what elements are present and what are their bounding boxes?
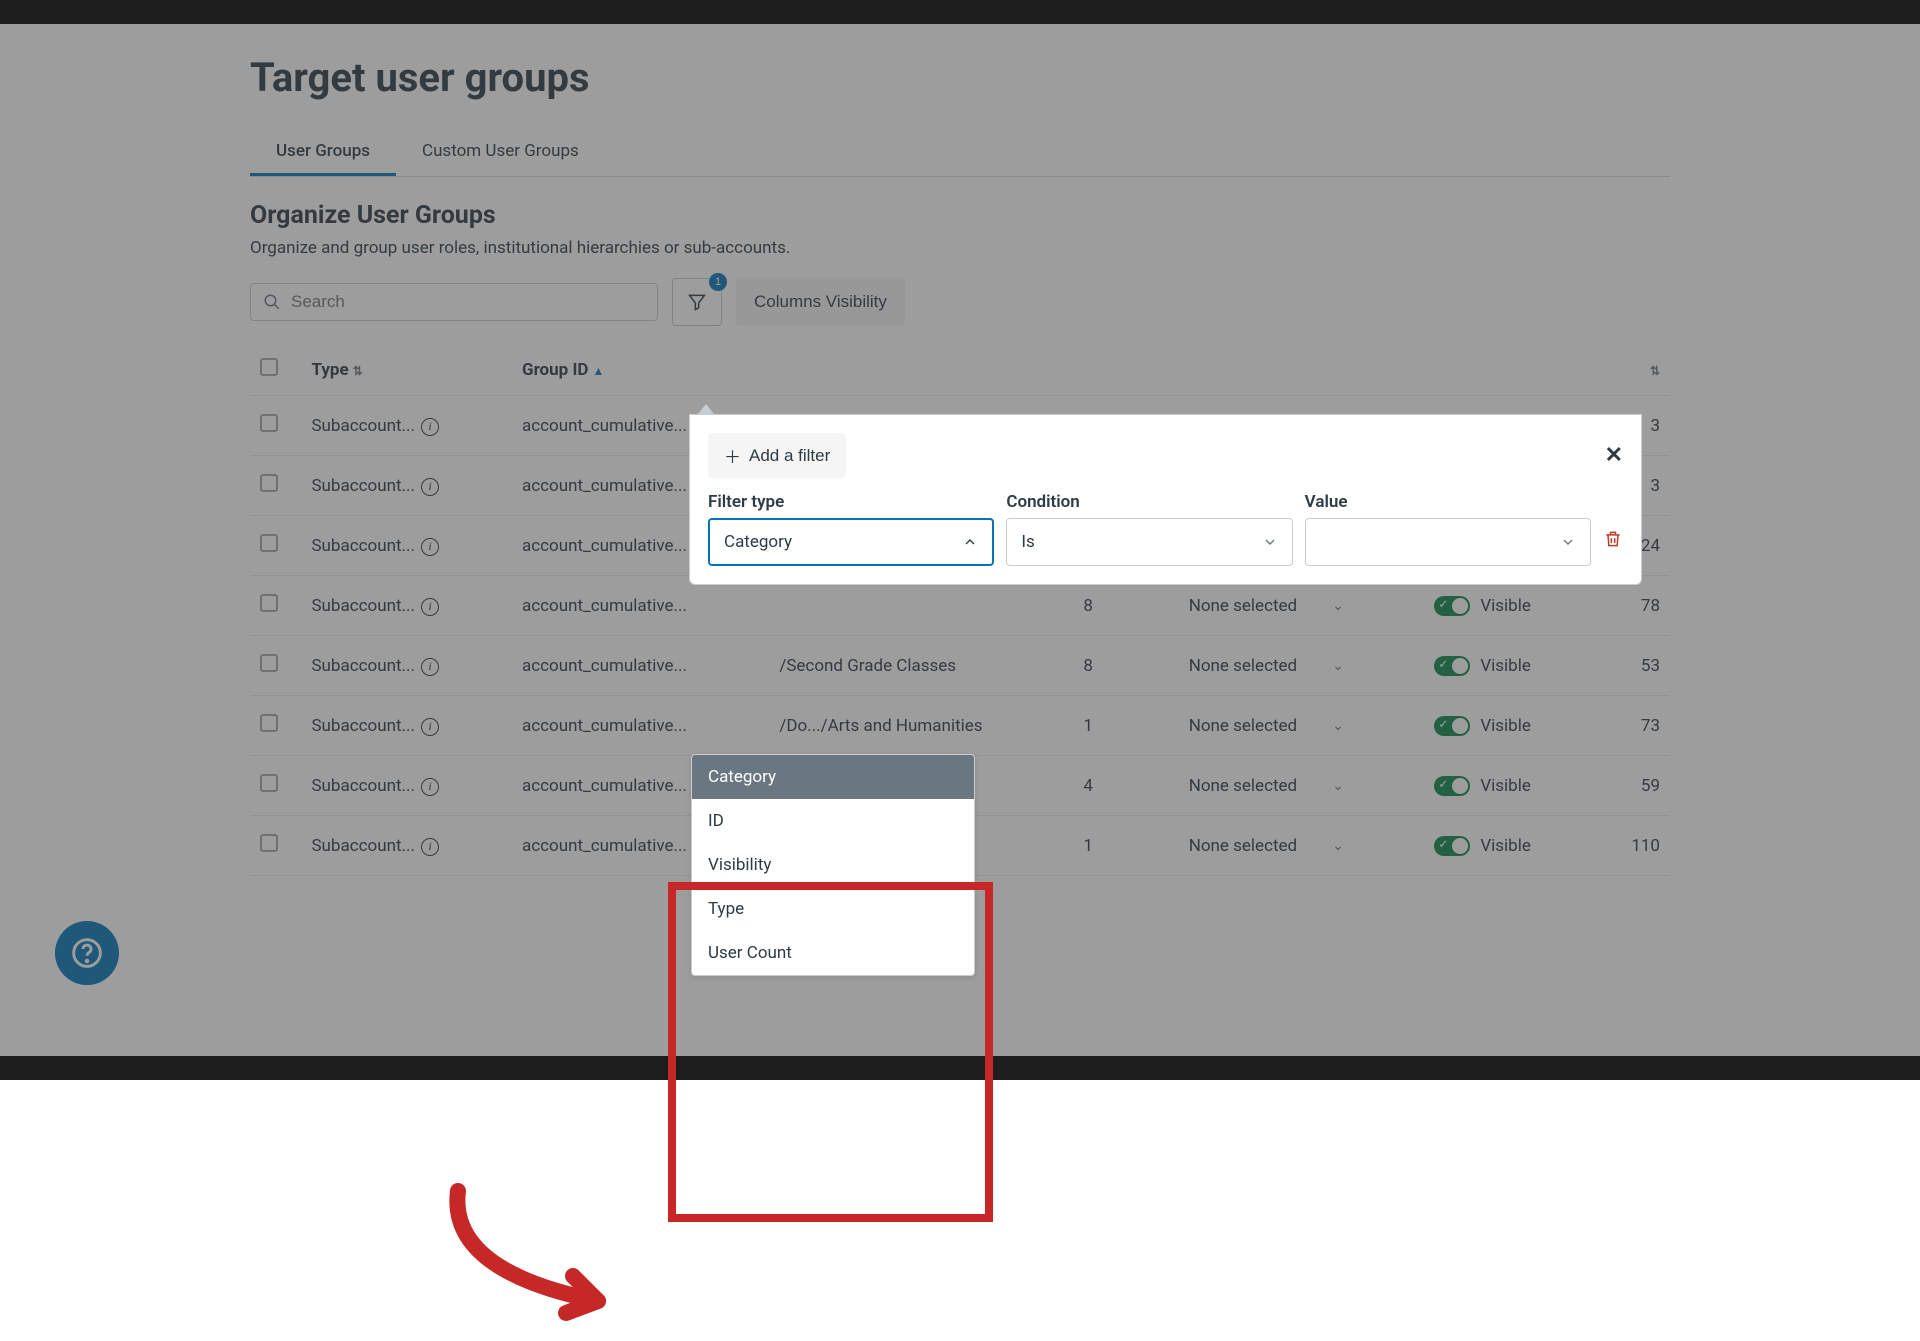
filter-type-label: Filter type: [708, 492, 994, 512]
value-select[interactable]: [1305, 518, 1591, 566]
filter-panel: ＋ Add a filter ✕ Filter type Category Co…: [689, 414, 1642, 585]
trash-icon: [1603, 528, 1623, 550]
popover-arrow: [698, 404, 714, 414]
condition-label: Condition: [1006, 492, 1292, 512]
dropdown-option-category[interactable]: Category: [692, 755, 974, 799]
filter-type-select[interactable]: Category: [708, 518, 994, 566]
add-filter-button[interactable]: ＋ Add a filter: [708, 433, 846, 478]
condition-select[interactable]: Is: [1006, 518, 1292, 566]
dropdown-option-visibility[interactable]: Visibility: [692, 843, 974, 887]
plus-icon: ＋: [724, 443, 741, 468]
close-icon[interactable]: ✕: [1605, 443, 1623, 468]
dropdown-option-id[interactable]: ID: [692, 799, 974, 843]
chevron-down-icon: [1262, 534, 1278, 550]
value-label: Value: [1305, 492, 1591, 512]
delete-filter-button[interactable]: [1603, 528, 1623, 566]
filter-type-dropdown: Category ID Visibility Type User Count: [691, 754, 975, 976]
dropdown-option-user-count[interactable]: User Count: [692, 931, 974, 975]
chevron-up-icon: [962, 534, 978, 550]
annotation-arrow-icon: [438, 1181, 658, 1341]
dropdown-option-type[interactable]: Type: [692, 887, 974, 931]
chevron-down-icon: [1560, 534, 1576, 550]
